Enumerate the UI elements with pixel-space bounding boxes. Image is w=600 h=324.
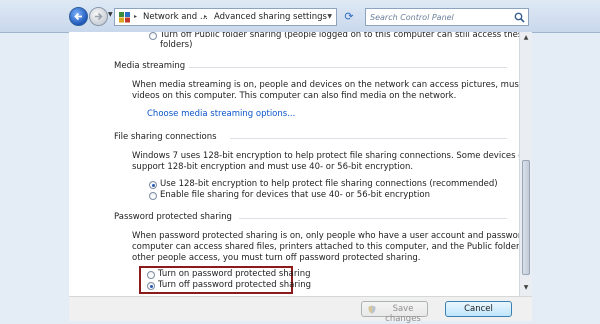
password-sharing-description-cont2: other people access, you must turn off p… bbox=[132, 253, 421, 263]
password-sharing-description-cont: computer can access shared files, printe… bbox=[132, 242, 519, 252]
recent-pages-dropdown-icon[interactable]: ▼ bbox=[108, 11, 113, 18]
forward-button[interactable] bbox=[89, 7, 108, 26]
public-folder-off-label[interactable]: Turn off Public folder sharing (people l… bbox=[160, 32, 519, 41]
back-arrow-icon bbox=[74, 12, 82, 21]
media-streaming-options-link[interactable]: Choose media streaming options... bbox=[147, 109, 295, 120]
breadcrumb-advanced-sharing[interactable]: Advanced sharing settings bbox=[214, 12, 327, 22]
breadcrumb[interactable]: ▸ Network and ... ▸ Advanced sharing set… bbox=[114, 8, 337, 26]
password-on-label[interactable]: Turn on password protected sharing bbox=[158, 269, 311, 280]
password-off-radio[interactable] bbox=[147, 282, 155, 290]
scroll-thumb[interactable] bbox=[522, 160, 530, 275]
search-input[interactable] bbox=[370, 10, 506, 24]
encryption-128-radio[interactable] bbox=[149, 181, 157, 189]
file-sharing-description-cont: support 128-bit encryption and must use … bbox=[132, 162, 414, 172]
encryption-40-56-radio[interactable] bbox=[149, 192, 157, 200]
save-changes-label: Save changes bbox=[385, 304, 421, 324]
scroll-down-arrow-icon[interactable]: ▼ bbox=[521, 283, 531, 293]
footer-bar: Save changes Cancel bbox=[69, 296, 532, 324]
file-sharing-description: Windows 7 uses 128-bit encryption to hel… bbox=[132, 151, 519, 161]
breadcrumb-separator-icon: ▸ bbox=[204, 13, 208, 20]
address-bar: ▼ ▸ Network and ... ▸ Advanced sharing s… bbox=[0, 0, 600, 33]
scroll-up-arrow-icon[interactable]: ▲ bbox=[521, 33, 531, 43]
search-icon[interactable] bbox=[514, 12, 525, 23]
file-sharing-heading: File sharing connections bbox=[114, 132, 217, 142]
search-box[interactable] bbox=[365, 8, 529, 26]
breadcrumb-separator-icon: ▸ bbox=[134, 13, 138, 20]
cancel-button[interactable]: Cancel bbox=[445, 301, 512, 317]
address-dropdown-icon[interactable]: ▼ bbox=[327, 13, 332, 20]
vertical-scrollbar[interactable]: ▲ ▼ bbox=[519, 32, 532, 296]
password-sharing-description: When password protected sharing is on, o… bbox=[132, 231, 519, 241]
media-streaming-description: When media streaming is on, people and d… bbox=[132, 80, 519, 90]
password-off-label[interactable]: Turn off password protected sharing bbox=[158, 280, 311, 291]
control-panel-icon bbox=[119, 12, 130, 23]
forward-arrow-icon bbox=[95, 12, 103, 21]
encryption-128-label[interactable]: Use 128-bit encryption to help protect f… bbox=[160, 179, 498, 190]
section-divider bbox=[189, 67, 507, 68]
refresh-icon: ⟳ bbox=[344, 10, 354, 23]
password-sharing-heading: Password protected sharing bbox=[114, 212, 232, 222]
section-divider bbox=[239, 218, 507, 219]
public-folder-off-radio[interactable] bbox=[149, 32, 157, 40]
back-button[interactable] bbox=[69, 7, 88, 26]
refresh-button[interactable]: ⟳ bbox=[340, 9, 358, 25]
section-divider bbox=[230, 138, 507, 139]
settings-content: Turn off Public folder sharing (people l… bbox=[69, 32, 519, 296]
password-on-radio[interactable] bbox=[147, 271, 155, 279]
encryption-40-56-label[interactable]: Enable file sharing for devices that use… bbox=[160, 190, 430, 201]
public-folder-off-label-cont: folders) bbox=[160, 40, 193, 50]
media-streaming-heading: Media streaming bbox=[114, 61, 186, 71]
uac-shield-icon bbox=[368, 305, 376, 314]
breadcrumb-network[interactable]: Network and ... bbox=[143, 12, 208, 22]
media-streaming-description-cont: videos on this computer. This computer c… bbox=[132, 91, 457, 101]
save-changes-button[interactable]: Save changes bbox=[361, 301, 428, 324]
